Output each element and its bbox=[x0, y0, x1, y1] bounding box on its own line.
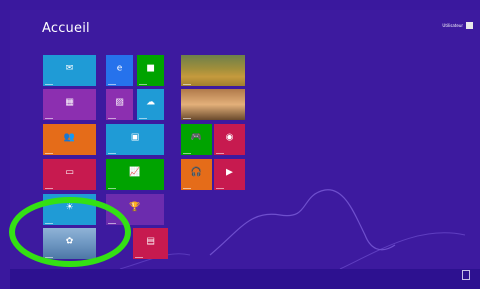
tile-caption bbox=[183, 84, 191, 85]
tile-caption bbox=[183, 153, 191, 154]
bing-tile[interactable] bbox=[181, 55, 245, 86]
tile-caption bbox=[135, 257, 143, 258]
calendar-icon: ▦ bbox=[65, 97, 74, 108]
people-icon: 👥 bbox=[63, 132, 76, 143]
headphones-icon: 🎧 bbox=[190, 167, 203, 178]
tile-caption bbox=[216, 188, 224, 189]
tile-caption bbox=[45, 153, 53, 154]
news-icon: ▤ bbox=[146, 236, 155, 247]
tile-caption bbox=[45, 188, 53, 189]
taskbar-strip bbox=[10, 269, 480, 289]
skydrive-tile[interactable]: ☁ bbox=[137, 89, 164, 120]
news-tile[interactable]: ▤ bbox=[133, 228, 168, 259]
music-tile[interactable]: 🎧 bbox=[181, 159, 212, 190]
tile-caption bbox=[45, 118, 53, 119]
image-icon: ▣ bbox=[130, 132, 140, 143]
charm-icon[interactable] bbox=[462, 270, 470, 280]
camera-tile[interactable]: ◉ bbox=[214, 124, 245, 155]
tile-caption bbox=[139, 118, 147, 119]
people-tile[interactable]: 👥 bbox=[43, 124, 96, 155]
tile-caption bbox=[108, 153, 116, 154]
video-icon: ▶ bbox=[226, 167, 233, 178]
store-tile[interactable]: ■ bbox=[137, 55, 164, 86]
video-tile[interactable]: ▶ bbox=[214, 159, 245, 190]
calendar-tile[interactable]: ▦ bbox=[43, 89, 96, 120]
tile-caption bbox=[108, 118, 116, 119]
travel-tile[interactable] bbox=[181, 89, 245, 120]
start-title: Accueil bbox=[42, 21, 90, 36]
camera-icon: ◉ bbox=[225, 132, 234, 143]
mail-tile[interactable]: ✉ bbox=[43, 55, 96, 86]
image-tile[interactable]: ▣ bbox=[106, 124, 164, 155]
desktop-tile-highlight bbox=[9, 197, 131, 267]
messaging-icon: ▭ bbox=[65, 167, 74, 178]
mail-icon: ✉ bbox=[65, 63, 74, 74]
tile-caption bbox=[108, 84, 116, 85]
user-avatar-icon bbox=[466, 22, 473, 29]
trophy-icon: 🏆 bbox=[129, 202, 141, 213]
user-name: Utilisateur bbox=[442, 23, 463, 28]
games-tile[interactable]: 🎮 bbox=[181, 124, 212, 155]
tile-caption bbox=[183, 118, 191, 119]
internet-explorer-icon: e bbox=[116, 63, 123, 74]
tile-caption bbox=[139, 84, 147, 85]
photos-icon: ▨ bbox=[115, 97, 124, 108]
gamepad-icon: 🎮 bbox=[190, 132, 203, 143]
tile-caption bbox=[45, 84, 53, 85]
finance-icon: 📈 bbox=[129, 167, 141, 178]
internet-explorer-tile[interactable]: e bbox=[106, 55, 133, 86]
store-icon: ■ bbox=[146, 63, 155, 74]
user-account[interactable]: Utilisateur bbox=[442, 22, 473, 29]
finance-tile[interactable]: 📈 bbox=[106, 159, 164, 190]
tile-caption bbox=[216, 153, 224, 154]
messaging-tile[interactable]: ▭ bbox=[43, 159, 96, 190]
tile-caption bbox=[108, 188, 116, 189]
tile-caption bbox=[183, 188, 191, 189]
skydrive-icon: ☁ bbox=[146, 97, 155, 108]
photos-tile[interactable]: ▨ bbox=[106, 89, 133, 120]
